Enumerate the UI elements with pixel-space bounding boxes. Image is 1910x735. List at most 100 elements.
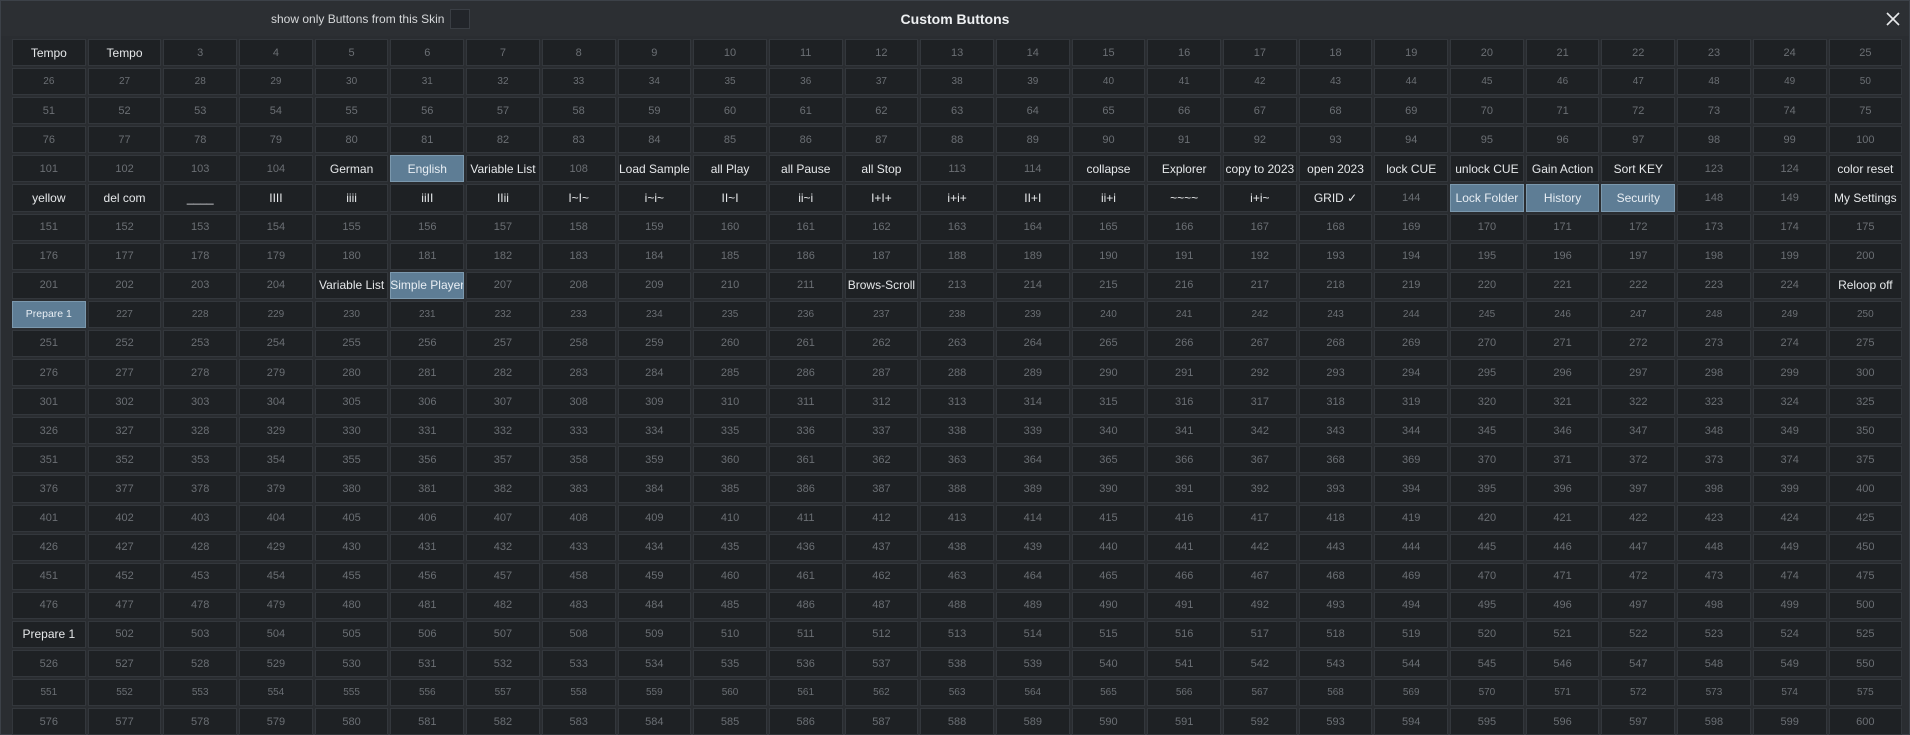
custom-button-258[interactable]: 258 (541, 329, 616, 358)
custom-button-341[interactable]: 341 (1147, 417, 1221, 445)
custom-button-355[interactable]: 355 (314, 446, 389, 474)
custom-button-254[interactable]: 254 (239, 329, 313, 358)
custom-button-353[interactable]: 353 (163, 446, 238, 474)
custom-button-338[interactable]: 338 (920, 417, 994, 445)
custom-button-73[interactable]: 73 (1677, 97, 1751, 125)
custom-button-33[interactable]: 33 (541, 68, 616, 96)
custom-button-217[interactable]: 217 (1223, 271, 1297, 299)
custom-button-404[interactable]: 404 (239, 504, 313, 532)
custom-button-587[interactable]: 587 (844, 708, 919, 735)
custom-button-458[interactable]: 458 (541, 562, 616, 590)
custom-button-175[interactable]: 175 (1828, 213, 1903, 241)
custom-button-519[interactable]: 519 (1374, 620, 1449, 648)
custom-button-479[interactable]: 479 (239, 591, 313, 619)
custom-button-407[interactable]: 407 (466, 504, 540, 532)
custom-button-487[interactable]: 487 (844, 591, 919, 619)
custom-button-53[interactable]: 53 (163, 97, 238, 125)
custom-button-232[interactable]: 232 (466, 300, 540, 328)
custom-button-22[interactable]: 22 (1601, 39, 1676, 67)
custom-button-589[interactable]: 589 (995, 708, 1070, 735)
custom-button-193[interactable]: 193 (1298, 242, 1373, 270)
custom-button-319[interactable]: 319 (1374, 388, 1449, 416)
custom-button-75[interactable]: 75 (1828, 97, 1903, 125)
custom-button-448[interactable]: 448 (1677, 533, 1751, 561)
custom-button-184[interactable]: 184 (617, 242, 692, 270)
custom-button-396[interactable]: 396 (1525, 475, 1600, 503)
custom-button-372[interactable]: 372 (1601, 446, 1676, 474)
custom-button-411[interactable]: 411 (768, 504, 843, 532)
custom-button-532[interactable]: 532 (466, 649, 540, 678)
custom-button-462[interactable]: 462 (844, 562, 919, 590)
custom-button-556[interactable]: 556 (390, 679, 465, 707)
custom-button-518[interactable]: 518 (1298, 620, 1373, 648)
custom-button-393[interactable]: 393 (1298, 475, 1373, 503)
custom-button-168[interactable]: 168 (1298, 213, 1373, 241)
custom-button-6[interactable]: 6 (390, 39, 465, 67)
custom-button-531[interactable]: 531 (390, 649, 465, 678)
custom-button-17[interactable]: 17 (1223, 39, 1297, 67)
custom-button-237[interactable]: 237 (844, 300, 919, 328)
custom-button-406[interactable]: 406 (390, 504, 465, 532)
custom-button-495[interactable]: 495 (1450, 591, 1524, 619)
custom-button-383[interactable]: 383 (541, 475, 616, 503)
custom-button-81[interactable]: 81 (390, 126, 465, 154)
custom-button-211[interactable]: 211 (768, 271, 843, 299)
custom-button-263[interactable]: 263 (920, 329, 994, 358)
custom-button-143[interactable]: GRID ✓ (1298, 184, 1373, 212)
custom-button-115[interactable]: collapse (1071, 155, 1146, 183)
custom-button-288[interactable]: 288 (920, 359, 994, 387)
custom-button-328[interactable]: 328 (163, 417, 238, 445)
custom-button-235[interactable]: 235 (693, 300, 767, 328)
custom-button-260[interactable]: 260 (693, 329, 767, 358)
custom-button-476[interactable]: 476 (12, 591, 86, 619)
custom-button-171[interactable]: 171 (1525, 213, 1600, 241)
custom-button-163[interactable]: 163 (920, 213, 994, 241)
custom-button-491[interactable]: 491 (1147, 591, 1221, 619)
custom-button-402[interactable]: 402 (87, 504, 162, 532)
custom-button-405[interactable]: 405 (314, 504, 389, 532)
custom-button-551[interactable]: 551 (12, 679, 86, 707)
custom-button-1[interactable]: Tempo (12, 39, 86, 67)
custom-button-416[interactable]: 416 (1147, 504, 1221, 532)
custom-button-548[interactable]: 548 (1677, 649, 1751, 678)
custom-button-538[interactable]: 538 (920, 649, 994, 678)
custom-button-435[interactable]: 435 (693, 533, 767, 561)
custom-button-351[interactable]: 351 (12, 446, 86, 474)
custom-button-269[interactable]: 269 (1374, 329, 1449, 358)
custom-button-292[interactable]: 292 (1223, 359, 1297, 387)
custom-button-307[interactable]: 307 (466, 388, 540, 416)
custom-button-36[interactable]: 36 (768, 68, 843, 96)
custom-button-496[interactable]: 496 (1525, 591, 1600, 619)
custom-button-278[interactable]: 278 (163, 359, 238, 387)
custom-button-106[interactable]: English (390, 155, 465, 183)
custom-button-440[interactable]: 440 (1071, 533, 1146, 561)
custom-button-516[interactable]: 516 (1147, 620, 1221, 648)
custom-button-63[interactable]: 63 (920, 97, 994, 125)
custom-button-408[interactable]: 408 (541, 504, 616, 532)
custom-button-91[interactable]: 91 (1147, 126, 1221, 154)
custom-button-187[interactable]: 187 (844, 242, 919, 270)
custom-button-318[interactable]: 318 (1298, 388, 1373, 416)
custom-button-141[interactable]: ~~~~ (1147, 184, 1221, 212)
custom-button-461[interactable]: 461 (768, 562, 843, 590)
custom-button-488[interactable]: 488 (920, 591, 994, 619)
custom-button-580[interactable]: 580 (314, 708, 389, 735)
custom-button-150[interactable]: My Settings (1828, 184, 1903, 212)
custom-button-229[interactable]: 229 (239, 300, 313, 328)
custom-button-290[interactable]: 290 (1071, 359, 1146, 387)
custom-button-555[interactable]: 555 (314, 679, 389, 707)
custom-button-68[interactable]: 68 (1298, 97, 1373, 125)
custom-button-515[interactable]: 515 (1071, 620, 1146, 648)
custom-button-542[interactable]: 542 (1223, 649, 1297, 678)
custom-button-189[interactable]: 189 (995, 242, 1070, 270)
custom-button-234[interactable]: 234 (617, 300, 692, 328)
custom-button-403[interactable]: 403 (163, 504, 238, 532)
custom-button-597[interactable]: 597 (1601, 708, 1676, 735)
custom-button-415[interactable]: 415 (1071, 504, 1146, 532)
custom-button-509[interactable]: 509 (617, 620, 692, 648)
custom-button-196[interactable]: 196 (1525, 242, 1600, 270)
custom-button-505[interactable]: 505 (314, 620, 389, 648)
custom-button-16[interactable]: 16 (1147, 39, 1221, 67)
custom-button-367[interactable]: 367 (1223, 446, 1297, 474)
custom-button-375[interactable]: 375 (1828, 446, 1903, 474)
